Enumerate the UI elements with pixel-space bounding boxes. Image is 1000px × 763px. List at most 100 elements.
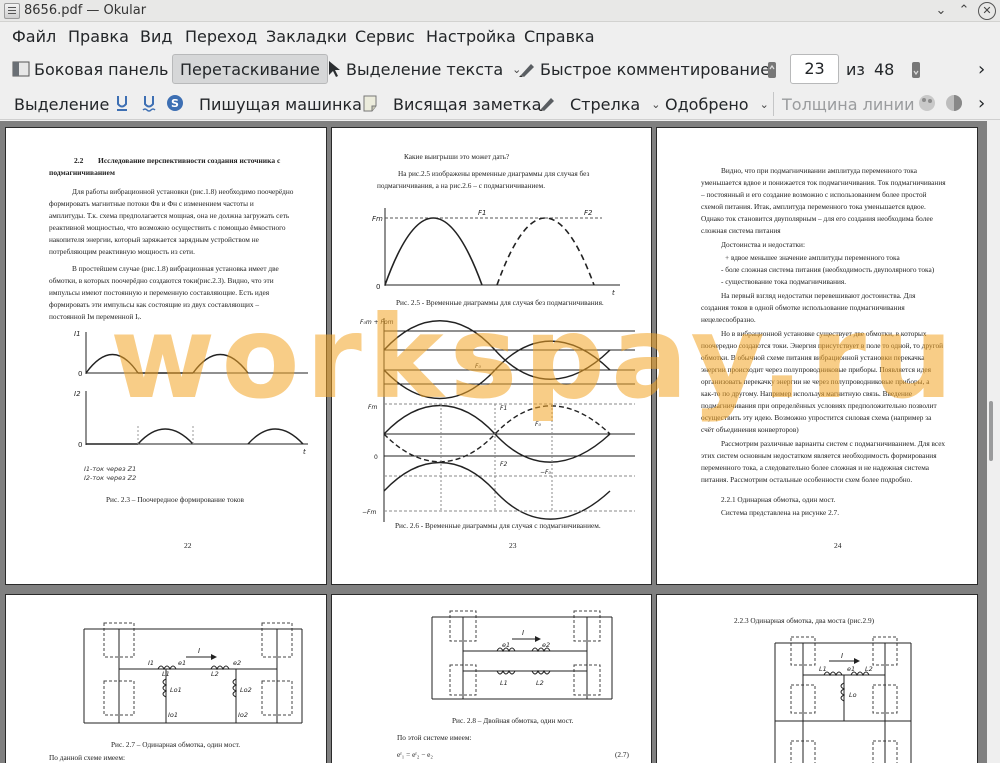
window-title: 8656.pdf — Okular xyxy=(24,3,147,18)
label-l2: L2 xyxy=(536,679,544,687)
text-line: подмагничивания при определённых условия… xyxy=(701,401,937,410)
menu-bookmarks[interactable]: Закладки xyxy=(266,27,347,46)
label-lo2: Lo2 xyxy=(240,686,252,694)
stamp-approved-label: Одобрено xyxy=(665,94,749,114)
label-minus-fm: −Fm xyxy=(362,509,376,516)
opacity-icon[interactable] xyxy=(945,94,963,112)
text-line: формировать эти импульсы как состоящие и… xyxy=(49,300,260,309)
menu-help[interactable]: Справка xyxy=(524,27,595,46)
stamp-approved-button[interactable]: Одобрено ⌄ xyxy=(665,89,769,119)
axis-label-fm: Fm xyxy=(372,215,383,223)
axis-zero: 0 xyxy=(78,441,82,449)
chevron-down-icon: ⌄ xyxy=(759,97,769,111)
strikeout-icon[interactable]: S xyxy=(166,94,184,112)
close-button[interactable]: ✕ xyxy=(978,2,996,20)
main-toolbar: Боковая панель Перетаскивание Выделение … xyxy=(0,51,1000,87)
scrollbar-thumb[interactable] xyxy=(989,401,993,461)
text-line: импульсы имеют постоянную и переменную с… xyxy=(49,288,270,297)
label-f1: F1 xyxy=(500,405,507,412)
chevron-down-icon: ⌄ xyxy=(651,97,661,111)
page-number-input[interactable]: 23 xyxy=(790,54,839,84)
vertical-scrollbar[interactable] xyxy=(987,121,1000,763)
text-line: создания токов в одной обмотке использов… xyxy=(701,303,905,312)
text-line: питания. Рассмотрим остальные особенност… xyxy=(701,475,913,484)
label-f0-second: F₀ xyxy=(535,421,541,428)
drag-mode-label: Перетаскивание xyxy=(180,59,320,79)
section-heading-cont: подмагничиванием xyxy=(49,168,115,177)
sidebar-button[interactable]: Боковая панель xyxy=(12,54,168,84)
text-line: нецелесообразно. xyxy=(701,315,756,324)
line-width-button[interactable]: Толщина линии xyxy=(782,89,915,119)
text-select-button[interactable]: Выделение текста ⌄ xyxy=(327,54,521,84)
squiggly-icon[interactable] xyxy=(142,95,156,112)
figure-caption: Рис. 2.3 – Поочередное формирование токо… xyxy=(106,495,244,504)
typewriter-button[interactable]: Пишущая машинка xyxy=(199,89,362,119)
figure-2-6: F₀m + Fom F₀ Fm F1 F₀ F2 −F₀ −Fm 0 xyxy=(360,318,635,522)
highlight-button[interactable]: Выделение xyxy=(14,89,109,119)
subsection-heading: 2.2.3 Одинарная обмотка, два моста (рис.… xyxy=(734,616,875,625)
text-line: Но в вибрационной установке существует д… xyxy=(721,329,927,338)
label-e2: e2 xyxy=(233,659,241,667)
page-25: I I1 e1 L1 L2 e2 Lo1 Lo2 Io1 Io2 Рис. 2.… xyxy=(5,594,327,763)
toolbar-separator xyxy=(773,92,774,116)
label-f0m-fom: F₀m + Fom xyxy=(360,319,394,326)
menu-view[interactable]: Вид xyxy=(140,27,172,46)
menu-tools[interactable]: Сервис xyxy=(355,27,415,46)
arrow-button[interactable]: Стрелка ⌄ xyxy=(570,89,660,119)
maximize-button[interactable]: ⌃ xyxy=(955,2,973,20)
quick-annotation-button[interactable]: Быстрое комментирование xyxy=(518,54,770,84)
annotation-overflow-button[interactable]: › xyxy=(978,88,985,118)
figure-2-7-circuit: I I1 e1 L1 L2 e2 Lo1 Lo2 Io1 Io2 xyxy=(83,622,303,724)
popup-note-button[interactable]: Висящая заметка xyxy=(393,89,541,119)
label-l2: L2 xyxy=(211,670,219,678)
page-number: 23 xyxy=(509,541,517,550)
label-fm: Fm xyxy=(368,404,377,411)
text-line: обмотки, в которых поочерёдно создаются … xyxy=(49,276,274,285)
figure-2-3: I1 0 I2 0 t I1-ток через Z1 I2-ток через… xyxy=(74,330,308,482)
highlight-label: Выделение xyxy=(14,94,110,114)
page-number: 24 xyxy=(834,541,842,550)
menu-bar: Файл Правка Вид Переход Закладки Сервис … xyxy=(0,23,1000,51)
drag-mode-button[interactable]: Перетаскивание xyxy=(172,54,328,84)
axis-zero: 0 xyxy=(374,454,378,461)
document-viewport[interactable]: 2.2 Исследование перспективности создани… xyxy=(0,121,1000,763)
axis-label-i2: I2 xyxy=(74,390,81,398)
text-line: амплитуды. Т.к. схема предполагается мощ… xyxy=(49,211,290,220)
figure-2-8-circuit: I e1 e2 L1 L2 xyxy=(431,610,613,700)
toolbar-overflow-button[interactable]: › xyxy=(978,54,985,84)
label-e2: e2 xyxy=(542,641,550,649)
text-line: переменного тока, а следовательно более … xyxy=(701,463,930,472)
next-page-icon[interactable] xyxy=(911,61,921,79)
text-line: осуществить эту идею. Возможно упроститс… xyxy=(701,413,932,422)
minimize-button[interactable]: ⌄ xyxy=(932,2,950,20)
menu-file[interactable]: Файл xyxy=(12,27,56,46)
text-line: накопителя энергии, который заряжается з… xyxy=(49,235,259,244)
menu-settings[interactable]: Настройка xyxy=(426,27,516,46)
text-line: этих систем основным недостатком являетс… xyxy=(701,451,937,460)
text-line: Рассмотрим различные варианты систем с п… xyxy=(721,439,946,448)
label-e1: e1 xyxy=(847,665,855,673)
label-i1: I1 xyxy=(148,659,154,667)
text-line: По данной схеме имеем: xyxy=(49,753,126,762)
list-item: - существование тока подмагничивания. xyxy=(721,277,847,286)
list-item: + вдвое меньшее значение амплитуды перем… xyxy=(725,253,900,262)
page-27: 2.2.3 Одинарная обмотка, два моста (рис.… xyxy=(656,594,978,763)
label-l2: L2 xyxy=(865,665,873,673)
menu-go[interactable]: Переход xyxy=(185,27,257,46)
label-f2: F2 xyxy=(500,461,507,468)
text-line: По этой системе имеем: xyxy=(397,733,472,742)
text-line: энергии происходит через полупроводников… xyxy=(701,365,932,374)
color-palette-icon[interactable] xyxy=(918,94,936,112)
text-line: Для работы вибрационной установки (рис.1… xyxy=(72,187,294,196)
text-line: Какие выигрыши это может дать? xyxy=(404,152,510,161)
previous-page-icon[interactable] xyxy=(767,61,777,79)
label-i: I xyxy=(522,629,524,637)
figure-caption: Рис. 2.7 – Одинарная обмотка, один мост. xyxy=(111,740,241,749)
label-l1: L1 xyxy=(819,665,827,673)
equation-number: (2.7) xyxy=(615,750,629,759)
svg-text:S: S xyxy=(171,97,179,110)
page-26: I e1 e2 L1 L2 Рис. 2.8 – Двойная обмотка… xyxy=(331,594,652,763)
underline-icon[interactable] xyxy=(115,95,129,112)
menu-edit[interactable]: Правка xyxy=(68,27,129,46)
label-f0: F₀ xyxy=(475,363,481,370)
